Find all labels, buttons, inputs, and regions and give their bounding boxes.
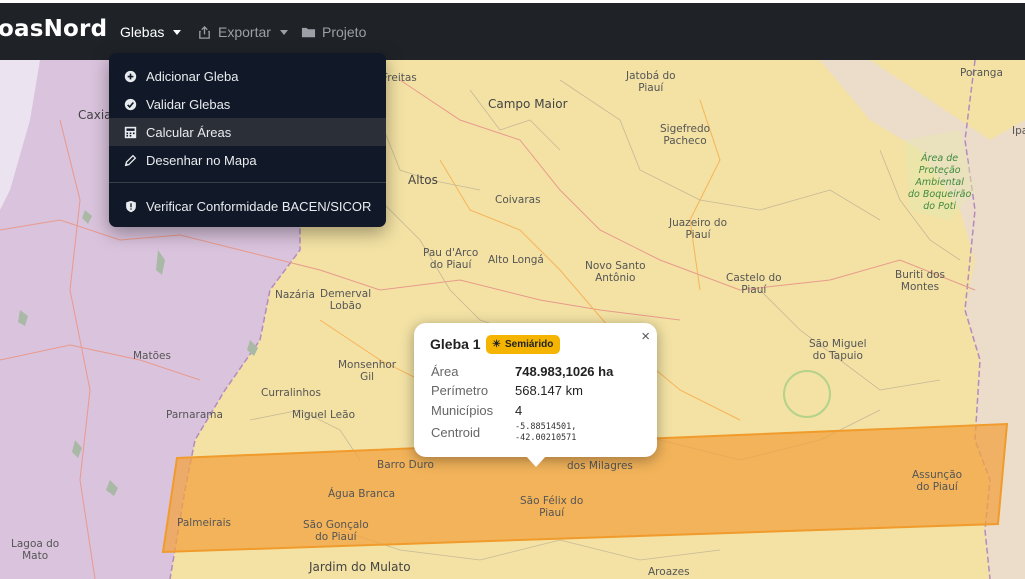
caret-down-icon: [279, 29, 288, 35]
menu-item-calcular-areas[interactable]: Calcular Áreas: [109, 118, 386, 146]
semiarido-badge: ☀ Semiárido: [486, 335, 561, 354]
place-label: Poranga: [960, 67, 1003, 79]
popup-value-centroid-lat: -5.88514501,: [515, 422, 577, 432]
gleba-info-popup: Gleba 1 ☀ Semiárido × Área 748.983,1026 …: [414, 323, 657, 457]
menu-item-label: Calcular Áreas: [146, 124, 232, 140]
menu-item-label: Desenhar no Mapa: [146, 152, 257, 168]
place-label: Juazeiro do Piauí: [669, 217, 728, 241]
place-label: Curralinhos: [261, 387, 321, 399]
menu-item-validar-glebas[interactable]: Validar Glebas: [109, 90, 386, 118]
popup-title: Gleba 1: [430, 336, 481, 352]
sun-icon: ☀: [492, 339, 501, 350]
popup-value-area: 748.983,1026 ha: [515, 364, 614, 379]
top-navbar: oasNord Glebas Exportar Projeto: [0, 0, 1025, 60]
export-icon: [199, 25, 210, 39]
place-label-park: Área de Proteção Ambiental do Boqueirão …: [908, 153, 972, 212]
place-label: Campo Maior: [488, 97, 568, 111]
place-label: Lagoa do Mato: [11, 538, 60, 562]
folder-icon: [301, 27, 316, 37]
place-label: São Félix do Piauí: [520, 495, 584, 519]
place-label: Ipa: [1012, 125, 1025, 137]
nav-exportar-dropdown[interactable]: Exportar: [197, 24, 288, 40]
nav-projeto-label: Projeto: [322, 24, 367, 40]
place-label: Freitas: [382, 72, 417, 84]
place-label: Água Branca: [328, 488, 396, 500]
place-label: Novo Santo Antônio: [585, 260, 646, 284]
plus-circle-icon: [124, 70, 137, 83]
place-label: Jardim do Mulato: [309, 560, 411, 574]
menu-item-label: Adicionar Gleba: [146, 68, 239, 84]
nav-projeto[interactable]: Projeto: [301, 24, 366, 40]
place-label: Monsenhor Gil: [338, 359, 397, 383]
place-label: Nazária: [275, 289, 315, 301]
place-label: Palmeirais: [177, 517, 231, 529]
place-label: Aroazes: [648, 566, 690, 578]
place-label: Buriti dos Montes: [895, 269, 946, 293]
place-label: São Gonçalo do Piauí: [303, 519, 369, 543]
place-label: São Miguel do Tapuio: [809, 338, 867, 362]
check-circle-icon: [124, 98, 137, 111]
popup-label-area: Área: [431, 364, 459, 379]
place-label: Altos: [408, 173, 438, 187]
place-label: Coivaras: [495, 194, 541, 206]
popup-label-centroid: Centroid: [431, 425, 481, 440]
caret-down-icon: [173, 29, 182, 35]
place-label: Sigefredo Pacheco: [660, 123, 711, 147]
popup-tip: [526, 456, 546, 467]
place-label: Jatobá do Piauí: [626, 70, 676, 94]
shield-icon: [124, 200, 137, 213]
badge-label: Semiárido: [504, 339, 554, 350]
popup-value-centroid-lon: -42.00210571: [515, 433, 577, 443]
menu-divider: [109, 182, 386, 183]
place-label: Demerval Lobão: [320, 288, 372, 312]
nav-glebas-dropdown[interactable]: Glebas: [120, 24, 182, 40]
menu-item-adicionar-gleba[interactable]: Adicionar Gleba: [109, 62, 386, 90]
menu-item-label: Validar Glebas: [146, 96, 231, 112]
nav-exportar-label: Exportar: [218, 24, 271, 40]
place-label: Parnarama: [166, 409, 223, 421]
calculator-icon: [124, 126, 137, 139]
menu-item-label: Verificar Conformidade BACEN/SICOR: [146, 198, 372, 214]
menu-item-verificar-conformidade[interactable]: Verificar Conformidade BACEN/SICOR: [109, 192, 386, 220]
place-label: Barro Duro: [377, 459, 434, 471]
menu-item-desenhar-no-mapa[interactable]: Desenhar no Mapa: [109, 146, 386, 174]
popup-label-municipios: Municípios: [431, 403, 494, 418]
place-label: Caxia: [78, 108, 112, 122]
place-label: Alto Longá: [488, 254, 544, 266]
app-brand[interactable]: oasNord: [0, 16, 107, 42]
popup-close-button[interactable]: ×: [641, 328, 650, 345]
place-label: Assunção do Piauí: [912, 469, 963, 493]
pen-icon: [124, 154, 137, 167]
place-label: dos Milagres: [567, 460, 633, 472]
place-label: Castelo do Piauí: [726, 272, 782, 296]
place-label: Miguel Leão: [292, 409, 355, 421]
popup-value-perimetro: 568.147 km: [515, 383, 583, 398]
place-label: Pau d'Arco do Piauí: [423, 247, 479, 271]
place-label: Matões: [133, 350, 171, 362]
nav-glebas-label: Glebas: [120, 24, 165, 40]
glebas-dropdown-menu: Adicionar Gleba Validar Glebas Calcular …: [109, 53, 386, 227]
popup-label-perimetro: Perímetro: [431, 383, 489, 398]
popup-value-municipios: 4: [515, 403, 523, 418]
